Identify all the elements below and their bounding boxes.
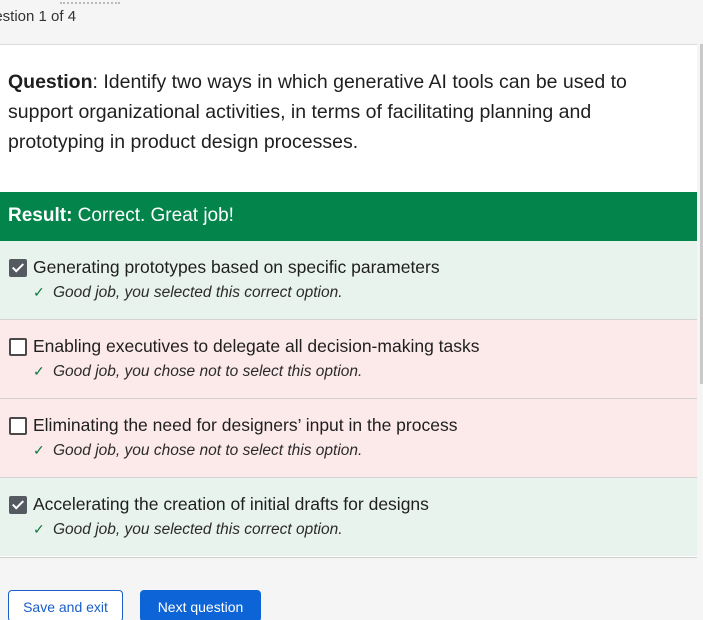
- checkmark-icon: ✓: [33, 442, 45, 458]
- question-text: Question: Identify two ways in which gen…: [8, 67, 678, 157]
- option-label: Enabling executives to delegate all deci…: [33, 336, 480, 356]
- checkbox-checked-icon[interactable]: [9, 496, 27, 514]
- question-body: : Identify two ways in which generative …: [8, 71, 627, 153]
- question-counter: uestion 1 of 4: [0, 8, 77, 25]
- checkmark-icon: ✓: [33, 521, 45, 537]
- checkbox-unchecked-icon[interactable]: [9, 417, 27, 435]
- checkmark-icon: ✓: [33, 363, 45, 379]
- option-1: Generating prototypes based on specific …: [0, 241, 697, 320]
- result-label: Result:: [8, 205, 73, 226]
- option-4: Accelerating the creation of initial dra…: [0, 478, 697, 556]
- feedback-text: Good job, you selected this correct opti…: [53, 284, 343, 301]
- option-label: Generating prototypes based on specific …: [33, 257, 440, 277]
- quiz-page: uestion 1 of 4 Question: Identify two wa…: [0, 0, 703, 620]
- option-label: Accelerating the creation of initial dra…: [33, 494, 429, 514]
- option-3: Eliminating the need for designers’ inpu…: [0, 399, 697, 478]
- option-feedback: ✓ Good job, you selected this correct opt…: [33, 284, 343, 302]
- option-feedback: ✓ Good job, you chose not to select this …: [33, 442, 362, 460]
- option-label: Eliminating the need for designers’ inpu…: [33, 415, 458, 435]
- save-and-exit-button[interactable]: Save and exit: [8, 590, 123, 620]
- header-fragment: [60, 0, 120, 4]
- result-banner: Result: Correct. Great job!: [0, 192, 697, 241]
- next-question-button[interactable]: Next question: [140, 590, 261, 620]
- feedback-text: Good job, you selected this correct opti…: [53, 521, 343, 538]
- feedback-text: Good job, you chose not to select this o…: [53, 442, 363, 459]
- checkbox-unchecked-icon[interactable]: [9, 338, 27, 356]
- question-card: Question: Identify two ways in which gen…: [0, 44, 697, 558]
- option-feedback: ✓ Good job, you chose not to select this …: [33, 363, 362, 381]
- option-2: Enabling executives to delegate all deci…: [0, 320, 697, 399]
- checkbox-checked-icon[interactable]: [9, 259, 27, 277]
- checkmark-icon: ✓: [33, 284, 45, 300]
- result-message: Correct. Great job!: [72, 205, 234, 226]
- question-label: Question: [8, 71, 93, 93]
- result-text: Result: Correct. Great job!: [8, 205, 234, 227]
- option-feedback: ✓ Good job, you selected this correct opt…: [33, 521, 343, 539]
- feedback-text: Good job, you chose not to select this o…: [53, 363, 363, 380]
